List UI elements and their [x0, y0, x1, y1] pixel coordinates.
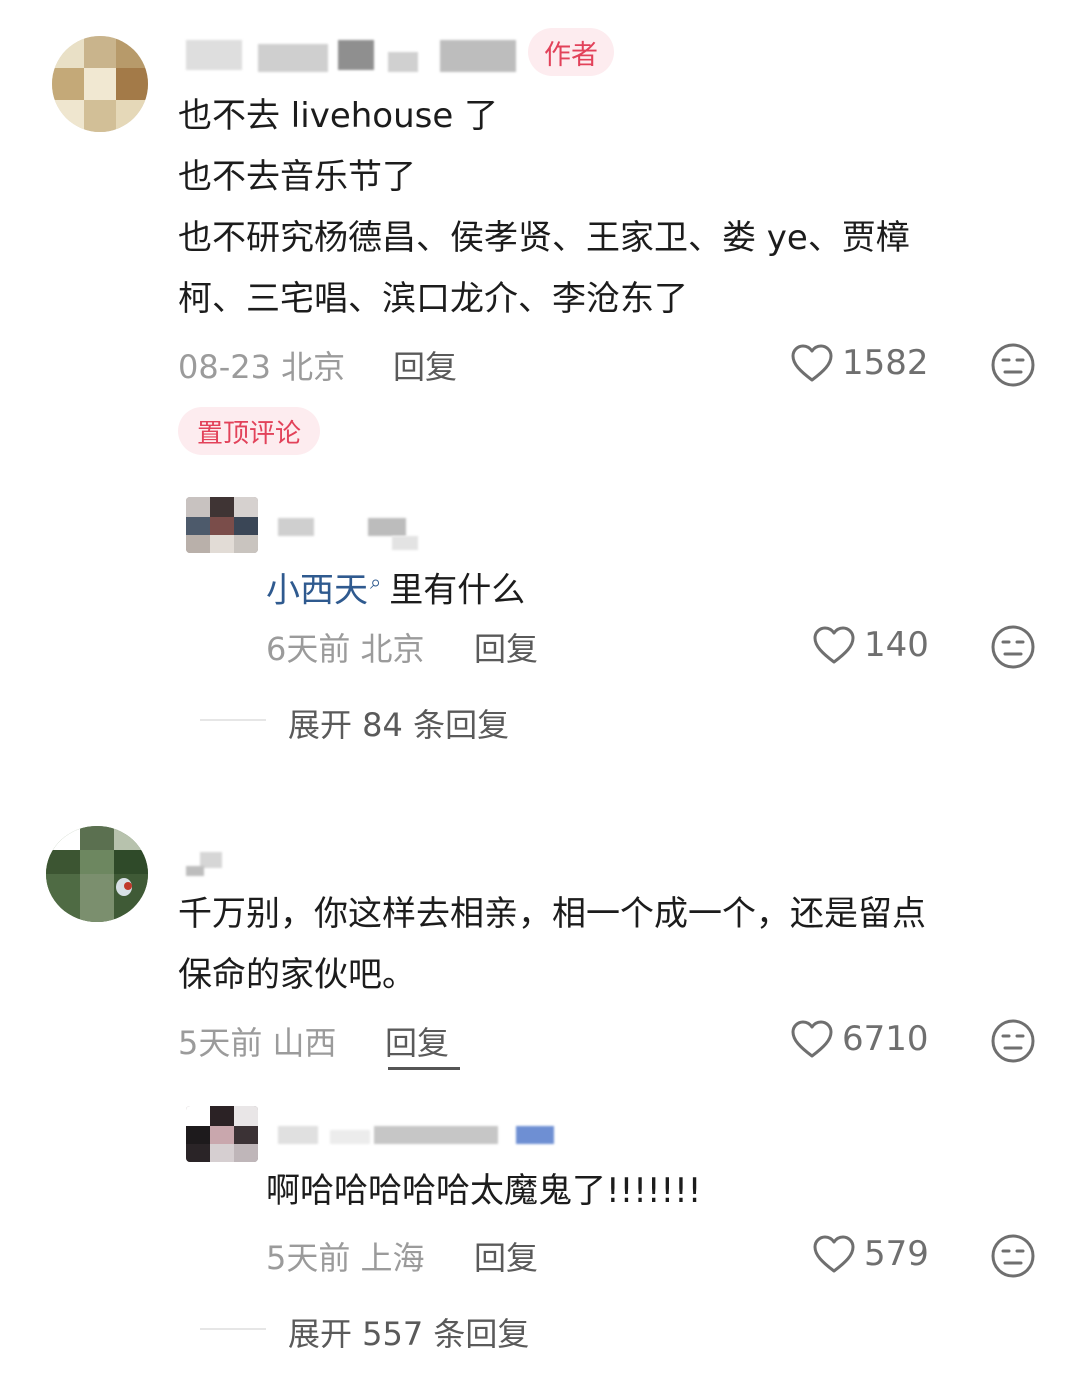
- reply-text: 小西天 ⌕ 里有什么: [266, 552, 525, 621]
- author-badge: 作者: [528, 28, 614, 76]
- like-button[interactable]: 140: [812, 625, 929, 665]
- like-count: 1582: [842, 343, 929, 383]
- divider: [200, 719, 266, 721]
- search-icon[interactable]: ⌕: [370, 570, 381, 594]
- reply-button[interactable]: 回复: [474, 624, 538, 670]
- reply-text-rest: 里有什么: [389, 570, 526, 611]
- like-count: 140: [864, 625, 929, 665]
- reply-button[interactable]: 回复: [393, 342, 457, 388]
- avatar[interactable]: [52, 36, 148, 132]
- heart-icon: [790, 1019, 834, 1059]
- meh-face-icon[interactable]: [990, 342, 1036, 392]
- pinned-badge: 置顶评论: [178, 407, 320, 455]
- like-button[interactable]: 6710: [790, 1019, 929, 1059]
- expand-replies-button[interactable]: 展开 557 条回复: [288, 1309, 529, 1355]
- avatar[interactable]: [186, 497, 258, 553]
- comment-text-line: 也不去音乐节了: [178, 157, 416, 197]
- comment-text-line: 也不去 livehouse 了: [178, 96, 499, 136]
- reply-meta: 6天前 北京: [266, 630, 425, 668]
- comment-text-line: 也不研究杨德昌、侯孝贤、王家卫、娄 ye、贾樟: [178, 218, 910, 258]
- comment-text-line: 千万别，你这样去相亲，相一个成一个，还是留点: [178, 894, 926, 934]
- meh-face-icon[interactable]: [990, 624, 1036, 674]
- reply-button[interactable]: 回复: [474, 1233, 538, 1279]
- reply-underline: [388, 1067, 460, 1070]
- expand-replies-button[interactable]: 展开 84 条回复: [288, 700, 509, 746]
- comment-meta: 08-23 北京: [178, 348, 346, 386]
- comment-text-line: 柯、三宅唱、滨口龙介、李沧东了: [178, 279, 688, 319]
- avatar[interactable]: [46, 826, 148, 922]
- meh-face-icon[interactable]: [990, 1018, 1036, 1068]
- reply-meta: 5天前 上海: [266, 1239, 425, 1277]
- like-button[interactable]: 579: [812, 1234, 929, 1274]
- avatar[interactable]: [186, 1106, 258, 1162]
- heart-icon: [812, 1234, 856, 1274]
- like-button[interactable]: 1582: [790, 343, 929, 383]
- divider: [200, 1328, 266, 1330]
- like-count: 579: [864, 1234, 929, 1274]
- reply-text: 啊哈哈哈哈哈太魔鬼了!!!!!!!: [266, 1171, 702, 1211]
- comment-text-line: 保命的家伙吧。: [178, 955, 416, 995]
- heart-icon: [812, 625, 856, 665]
- like-count: 6710: [842, 1019, 929, 1059]
- reply-button[interactable]: 回复: [385, 1018, 449, 1064]
- meh-face-icon[interactable]: [990, 1233, 1036, 1283]
- heart-icon: [790, 343, 834, 383]
- search-link[interactable]: 小西天: [266, 570, 368, 610]
- comment-meta: 5天前 山西: [178, 1024, 337, 1062]
